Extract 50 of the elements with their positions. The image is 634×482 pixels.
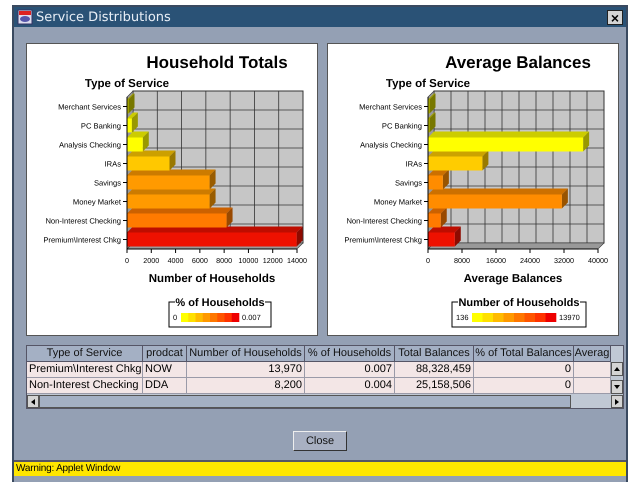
scroll-right-button[interactable] — [611, 395, 623, 408]
bar — [127, 156, 170, 170]
axis-title: Average Balances — [464, 273, 562, 285]
warning-bar: Warning: Applet Window — [14, 460, 626, 476]
axis-title: Number of Households — [148, 273, 276, 285]
column-header[interactable]: Type of Service — [27, 346, 143, 362]
table-cell: 13,970 — [187, 362, 305, 378]
legend-title: Number of Households — [458, 297, 580, 309]
close-button[interactable]: Close — [293, 431, 347, 451]
color-scale — [181, 313, 240, 322]
bar — [127, 118, 132, 132]
chart-title: Household Totals — [146, 53, 288, 72]
up-arrow-icon — [614, 367, 620, 371]
scroll-down-button[interactable] — [611, 380, 623, 394]
legend-title: % of Households — [175, 297, 265, 309]
right-arrow-icon — [615, 398, 619, 404]
table-cell: 8,200 — [187, 378, 305, 394]
app-icon — [17, 9, 33, 25]
table-cell: DDA — [143, 378, 187, 394]
table-cell: 0 — [474, 378, 574, 394]
table-cell: 0.007 — [305, 362, 395, 378]
bar — [428, 156, 482, 170]
column-header[interactable]: Total Balances — [395, 346, 474, 362]
axis-title: Type of Service — [84, 78, 170, 90]
table-cell — [574, 362, 611, 378]
column-header[interactable]: % of Households — [305, 346, 395, 362]
scroll-up-button[interactable] — [611, 362, 623, 376]
table-cell: NOW — [143, 362, 187, 378]
column-header[interactable]: % of Total Balances — [474, 346, 574, 362]
bar — [428, 214, 441, 228]
left-arrow-icon — [31, 398, 35, 404]
down-arrow-icon — [614, 385, 620, 389]
scroll-left-button[interactable] — [27, 395, 39, 408]
table-cell: 0 — [474, 362, 574, 378]
column-header[interactable]: Averag — [574, 346, 611, 362]
table-cell: 25,158,506 — [395, 378, 474, 394]
table-cell: Premium\Interest Chkg — [27, 362, 143, 378]
bar — [428, 176, 443, 190]
window-title: Service Distributions — [36, 10, 172, 24]
chart-title: Average Balances — [445, 53, 591, 72]
bar — [127, 138, 143, 152]
axis-title: Type of Service — [386, 78, 470, 90]
close-button[interactable]: × — [607, 10, 623, 24]
bar — [428, 232, 455, 246]
column-header[interactable]: Number of Households — [187, 346, 305, 362]
table-cell — [574, 378, 611, 394]
table-cell: Non-Interest Checking — [27, 378, 143, 394]
table-cell: 0.004 — [305, 378, 395, 394]
column-header[interactable]: prodcat — [143, 346, 187, 362]
table-cell: 88,328,459 — [395, 362, 474, 378]
